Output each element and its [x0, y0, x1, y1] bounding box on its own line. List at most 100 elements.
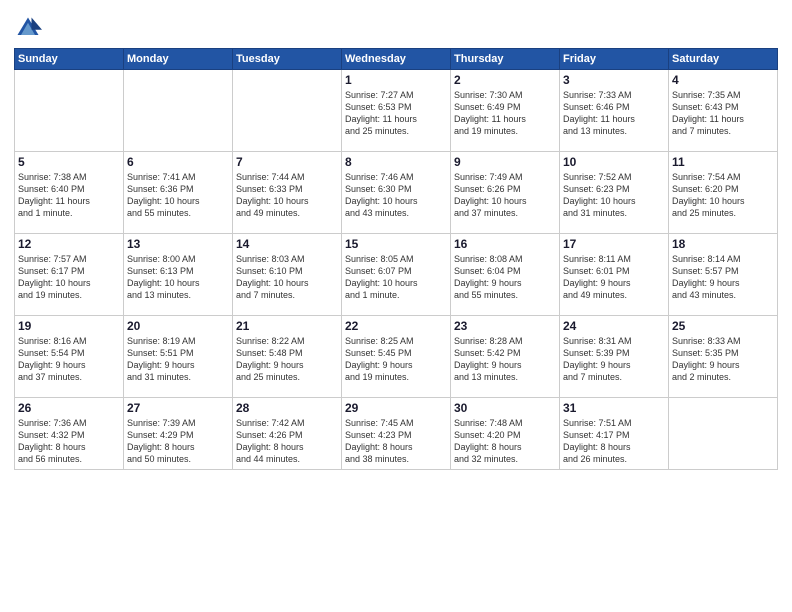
day-number: 1: [345, 73, 447, 87]
calendar-cell: 19 Sunrise: 8:16 AM Sunset: 5:54 PM Dayli…: [15, 316, 124, 398]
calendar-cell: 7 Sunrise: 7:44 AM Sunset: 6:33 PM Daylig…: [233, 152, 342, 234]
day-info: Sunrise: 7:36 AM Sunset: 4:32 PM Dayligh…: [18, 417, 120, 466]
day-header-tuesday: Tuesday: [233, 49, 342, 70]
calendar-cell: 31 Sunrise: 7:51 AM Sunset: 4:17 PM Dayli…: [560, 398, 669, 470]
day-number: 19: [18, 319, 120, 333]
day-info: Sunrise: 8:11 AM Sunset: 6:01 PM Dayligh…: [563, 253, 665, 302]
day-info: Sunrise: 8:25 AM Sunset: 5:45 PM Dayligh…: [345, 335, 447, 384]
header: [14, 10, 778, 42]
calendar-cell: 18 Sunrise: 8:14 AM Sunset: 5:57 PM Dayli…: [669, 234, 778, 316]
calendar-week-row: 19 Sunrise: 8:16 AM Sunset: 5:54 PM Dayli…: [15, 316, 778, 398]
day-info: Sunrise: 8:19 AM Sunset: 5:51 PM Dayligh…: [127, 335, 229, 384]
calendar-cell: 22Sunrise: 8:25 AM Sunset: 5:45 PM Dayli…: [342, 316, 451, 398]
day-info: Sunrise: 8:28 AM Sunset: 5:42 PM Dayligh…: [454, 335, 556, 384]
calendar-cell: 12 Sunrise: 7:57 AM Sunset: 6:17 PM Dayli…: [15, 234, 124, 316]
calendar-cell: 5Sunrise: 7:38 AM Sunset: 6:40 PM Daylig…: [15, 152, 124, 234]
day-number: 27: [127, 401, 229, 415]
day-info: Sunrise: 7:45 AM Sunset: 4:23 PM Dayligh…: [345, 417, 447, 466]
day-info: Sunrise: 8:00 AM Sunset: 6:13 PM Dayligh…: [127, 253, 229, 302]
day-number: 29: [345, 401, 447, 415]
calendar-cell: 21Sunrise: 8:22 AM Sunset: 5:48 PM Dayli…: [233, 316, 342, 398]
calendar-cell: 26 Sunrise: 7:36 AM Sunset: 4:32 PM Dayli…: [15, 398, 124, 470]
calendar-cell: 4 Sunrise: 7:35 AM Sunset: 6:43 PM Daylig…: [669, 70, 778, 152]
calendar-cell: 3 Sunrise: 7:33 AM Sunset: 6:46 PM Daylig…: [560, 70, 669, 152]
day-number: 8: [345, 155, 447, 169]
calendar-week-row: 5Sunrise: 7:38 AM Sunset: 6:40 PM Daylig…: [15, 152, 778, 234]
day-info: Sunrise: 7:30 AM Sunset: 6:49 PM Dayligh…: [454, 89, 556, 138]
calendar-cell: 2Sunrise: 7:30 AM Sunset: 6:49 PM Daylig…: [451, 70, 560, 152]
day-info: Sunrise: 7:27 AM Sunset: 6:53 PM Dayligh…: [345, 89, 447, 138]
day-info: Sunrise: 8:05 AM Sunset: 6:07 PM Dayligh…: [345, 253, 447, 302]
day-info: Sunrise: 7:44 AM Sunset: 6:33 PM Dayligh…: [236, 171, 338, 220]
day-number: 3: [563, 73, 665, 87]
day-number: 16: [454, 237, 556, 251]
day-number: 30: [454, 401, 556, 415]
day-info: Sunrise: 7:42 AM Sunset: 4:26 PM Dayligh…: [236, 417, 338, 466]
day-info: Sunrise: 7:33 AM Sunset: 6:46 PM Dayligh…: [563, 89, 665, 138]
page: SundayMondayTuesdayWednesdayThursdayFrid…: [0, 0, 792, 612]
calendar-cell: 1 Sunrise: 7:27 AM Sunset: 6:53 PM Daylig…: [342, 70, 451, 152]
day-info: Sunrise: 8:16 AM Sunset: 5:54 PM Dayligh…: [18, 335, 120, 384]
logo: [14, 14, 46, 42]
day-number: 4: [672, 73, 774, 87]
day-info: Sunrise: 8:08 AM Sunset: 6:04 PM Dayligh…: [454, 253, 556, 302]
day-header-sunday: Sunday: [15, 49, 124, 70]
calendar-week-row: 12 Sunrise: 7:57 AM Sunset: 6:17 PM Dayli…: [15, 234, 778, 316]
day-header-thursday: Thursday: [451, 49, 560, 70]
calendar-cell: 29 Sunrise: 7:45 AM Sunset: 4:23 PM Dayli…: [342, 398, 451, 470]
day-info: Sunrise: 8:03 AM Sunset: 6:10 PM Dayligh…: [236, 253, 338, 302]
calendar-cell: 24 Sunrise: 8:31 AM Sunset: 5:39 PM Dayli…: [560, 316, 669, 398]
day-number: 20: [127, 319, 229, 333]
day-number: 12: [18, 237, 120, 251]
day-info: Sunrise: 8:14 AM Sunset: 5:57 PM Dayligh…: [672, 253, 774, 302]
calendar-cell: [233, 70, 342, 152]
day-info: Sunrise: 7:39 AM Sunset: 4:29 PM Dayligh…: [127, 417, 229, 466]
day-number: 11: [672, 155, 774, 169]
calendar-cell: 20 Sunrise: 8:19 AM Sunset: 5:51 PM Dayli…: [124, 316, 233, 398]
day-number: 31: [563, 401, 665, 415]
day-info: Sunrise: 7:48 AM Sunset: 4:20 PM Dayligh…: [454, 417, 556, 466]
day-info: Sunrise: 7:49 AM Sunset: 6:26 PM Dayligh…: [454, 171, 556, 220]
day-number: 24: [563, 319, 665, 333]
day-info: Sunrise: 8:31 AM Sunset: 5:39 PM Dayligh…: [563, 335, 665, 384]
calendar-cell: [15, 70, 124, 152]
day-number: 13: [127, 237, 229, 251]
calendar-cell: 28 Sunrise: 7:42 AM Sunset: 4:26 PM Dayli…: [233, 398, 342, 470]
calendar-cell: 23Sunrise: 8:28 AM Sunset: 5:42 PM Dayli…: [451, 316, 560, 398]
calendar-cell: 16 Sunrise: 8:08 AM Sunset: 6:04 PM Dayli…: [451, 234, 560, 316]
day-number: 26: [18, 401, 120, 415]
calendar-cell: 30 Sunrise: 7:48 AM Sunset: 4:20 PM Dayli…: [451, 398, 560, 470]
day-number: 28: [236, 401, 338, 415]
day-info: Sunrise: 7:35 AM Sunset: 6:43 PM Dayligh…: [672, 89, 774, 138]
day-number: 6: [127, 155, 229, 169]
calendar-cell: 8 Sunrise: 7:46 AM Sunset: 6:30 PM Daylig…: [342, 152, 451, 234]
day-header-wednesday: Wednesday: [342, 49, 451, 70]
calendar-cell: [124, 70, 233, 152]
calendar-cell: 10Sunrise: 7:52 AM Sunset: 6:23 PM Dayli…: [560, 152, 669, 234]
day-header-monday: Monday: [124, 49, 233, 70]
day-number: 17: [563, 237, 665, 251]
day-number: 18: [672, 237, 774, 251]
day-header-friday: Friday: [560, 49, 669, 70]
calendar-cell: 17 Sunrise: 8:11 AM Sunset: 6:01 PM Dayli…: [560, 234, 669, 316]
calendar-cell: 27 Sunrise: 7:39 AM Sunset: 4:29 PM Dayli…: [124, 398, 233, 470]
day-info: Sunrise: 7:57 AM Sunset: 6:17 PM Dayligh…: [18, 253, 120, 302]
day-number: 21: [236, 319, 338, 333]
day-number: 15: [345, 237, 447, 251]
calendar: SundayMondayTuesdayWednesdayThursdayFrid…: [14, 48, 778, 470]
day-info: Sunrise: 7:41 AM Sunset: 6:36 PM Dayligh…: [127, 171, 229, 220]
calendar-cell: 6 Sunrise: 7:41 AM Sunset: 6:36 PM Daylig…: [124, 152, 233, 234]
day-info: Sunrise: 7:51 AM Sunset: 4:17 PM Dayligh…: [563, 417, 665, 466]
day-header-saturday: Saturday: [669, 49, 778, 70]
day-info: Sunrise: 8:33 AM Sunset: 5:35 PM Dayligh…: [672, 335, 774, 384]
day-info: Sunrise: 7:46 AM Sunset: 6:30 PM Dayligh…: [345, 171, 447, 220]
calendar-header-row: SundayMondayTuesdayWednesdayThursdayFrid…: [15, 49, 778, 70]
calendar-cell: [669, 398, 778, 470]
day-info: Sunrise: 7:38 AM Sunset: 6:40 PM Dayligh…: [18, 171, 120, 220]
day-number: 7: [236, 155, 338, 169]
calendar-cell: 13 Sunrise: 8:00 AM Sunset: 6:13 PM Dayli…: [124, 234, 233, 316]
day-number: 10: [563, 155, 665, 169]
day-info: Sunrise: 7:54 AM Sunset: 6:20 PM Dayligh…: [672, 171, 774, 220]
calendar-week-row: 26 Sunrise: 7:36 AM Sunset: 4:32 PM Dayli…: [15, 398, 778, 470]
day-number: 14: [236, 237, 338, 251]
